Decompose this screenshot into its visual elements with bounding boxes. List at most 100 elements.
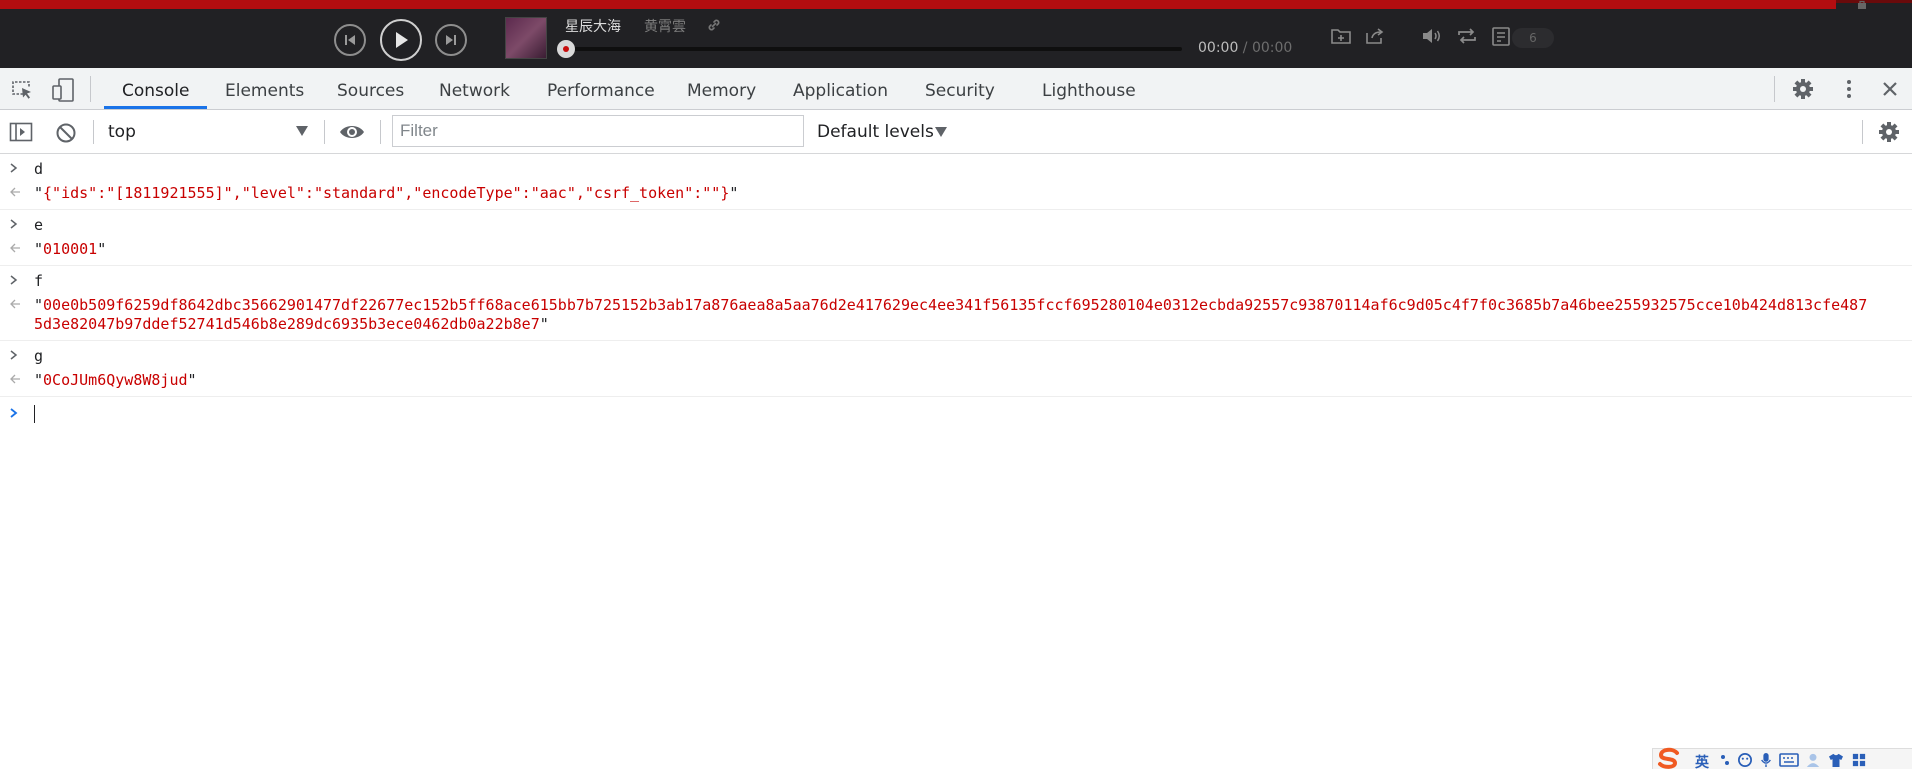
next-track-button[interactable] bbox=[435, 24, 467, 56]
console-result-text: {"ids":"[1811921555]","level":"standard"… bbox=[43, 184, 730, 202]
toolbar-divider bbox=[1862, 120, 1863, 144]
share-icon[interactable] bbox=[1364, 26, 1386, 46]
playlist-icon[interactable] bbox=[1490, 26, 1514, 48]
close-devtools-icon[interactable] bbox=[1880, 79, 1900, 99]
tab-elements[interactable]: Elements bbox=[225, 81, 304, 101]
skip-forward-icon bbox=[446, 35, 456, 45]
console-input-text: f bbox=[34, 272, 44, 290]
microphone-icon[interactable] bbox=[1759, 753, 1773, 767]
result-arrow-icon bbox=[10, 299, 20, 309]
play-button[interactable] bbox=[380, 19, 422, 61]
result-arrow-icon bbox=[10, 187, 20, 197]
tab-security[interactable]: Security bbox=[925, 81, 995, 101]
player-accent-strip bbox=[0, 0, 1836, 9]
console-result-text: 00e0b509f6259df8642dbc35662901477df22677… bbox=[34, 296, 1868, 333]
console-result-wrap: "00e0b509f6259df8642dbc35662901477df2267… bbox=[34, 296, 1874, 334]
progress-knob[interactable] bbox=[557, 40, 575, 58]
tab-memory[interactable]: Memory bbox=[687, 81, 756, 101]
console-settings-gear-icon[interactable] bbox=[1878, 121, 1900, 143]
result-arrow-icon bbox=[10, 243, 20, 253]
console-toolbar: top Default levels bbox=[0, 110, 1912, 154]
filter-input[interactable] bbox=[392, 115, 804, 147]
settings-gear-icon[interactable] bbox=[1792, 78, 1814, 100]
playlist-count[interactable]: 6 bbox=[1512, 28, 1554, 48]
console-input-line: d bbox=[0, 154, 1912, 181]
console-input-text: e bbox=[34, 216, 44, 234]
skip-back-icon bbox=[345, 35, 355, 45]
prompt-chevron-icon bbox=[10, 408, 18, 418]
tab-sources[interactable]: Sources bbox=[337, 81, 404, 101]
console-entry: d "{"ids":"[1811921555]","level":"standa… bbox=[0, 154, 1912, 210]
toolbox-grid-icon[interactable] bbox=[1851, 753, 1867, 767]
active-tab-indicator bbox=[104, 106, 207, 109]
console-input-line: g bbox=[0, 341, 1912, 368]
input-chevron-icon bbox=[10, 163, 18, 173]
string-close-quote: " bbox=[539, 315, 549, 333]
console-input-line: f bbox=[0, 266, 1912, 293]
time-total: 00:00 bbox=[1251, 40, 1293, 56]
progress-track[interactable] bbox=[566, 47, 1182, 51]
toolbar-divider bbox=[93, 120, 94, 144]
input-chevron-icon bbox=[10, 219, 18, 229]
skin-shirt-icon[interactable] bbox=[1827, 753, 1845, 767]
volume-icon[interactable] bbox=[1420, 26, 1444, 46]
time-separator: / bbox=[1238, 40, 1252, 56]
user-icon[interactable] bbox=[1805, 753, 1821, 767]
link-icon[interactable] bbox=[706, 17, 722, 33]
time-current: 00:00 bbox=[1198, 40, 1239, 56]
tab-lighthouse[interactable]: Lighthouse bbox=[1042, 81, 1136, 101]
player-accent-strip-end bbox=[1836, 0, 1912, 3]
string-close-quote: " bbox=[97, 240, 107, 258]
toolbar-divider bbox=[380, 120, 381, 144]
emoji-icon[interactable] bbox=[1737, 753, 1753, 767]
tab-network[interactable]: Network bbox=[439, 81, 510, 101]
console-prompt[interactable] bbox=[0, 397, 1912, 429]
input-chevron-icon bbox=[10, 275, 18, 285]
text-caret bbox=[34, 405, 35, 423]
album-cover[interactable] bbox=[506, 18, 546, 58]
string-open-quote: " bbox=[34, 184, 44, 202]
console-input-text: g bbox=[34, 347, 44, 365]
toolbar-divider bbox=[1774, 76, 1775, 102]
input-chevron-icon bbox=[10, 350, 18, 360]
live-expression-eye-icon[interactable] bbox=[339, 123, 365, 141]
console-entry: e "010001" bbox=[0, 210, 1912, 266]
console-output[interactable]: d "{"ids":"[1811921555]","level":"standa… bbox=[0, 154, 1912, 429]
punctuation-icon[interactable] bbox=[1719, 753, 1731, 767]
time-readout: 00:00 / 00:00 bbox=[1198, 40, 1292, 56]
console-result-line: "00e0b509f6259df8642dbc35662901477df2267… bbox=[0, 293, 1912, 340]
string-open-quote: " bbox=[34, 371, 44, 389]
song-title[interactable]: 星辰大海 bbox=[565, 16, 621, 36]
artist-name[interactable]: 黄霄雲 bbox=[644, 16, 686, 36]
lock-icon[interactable] bbox=[1856, 0, 1868, 9]
play-icon bbox=[396, 32, 408, 48]
previous-track-button[interactable] bbox=[334, 24, 366, 56]
keyboard-icon[interactable] bbox=[1779, 753, 1799, 767]
ime-toolbar: 英 bbox=[1652, 747, 1912, 772]
music-player-bar: 星辰大海 黄霄雲 00:00 / 00:00 6 bbox=[0, 0, 1912, 68]
tab-console[interactable]: Console bbox=[122, 81, 190, 101]
log-levels-select[interactable]: Default levels bbox=[817, 122, 934, 142]
tab-application[interactable]: Application bbox=[793, 81, 888, 101]
console-result-line: "{"ids":"[1811921555]","level":"standard… bbox=[0, 181, 1912, 209]
inspect-element-icon[interactable] bbox=[10, 79, 34, 101]
execution-context-select[interactable]: top bbox=[108, 122, 136, 142]
ime-language-toggle[interactable]: 英 bbox=[1695, 752, 1709, 772]
clear-console-icon[interactable] bbox=[55, 122, 77, 144]
result-arrow-icon bbox=[10, 374, 20, 384]
device-toolbar-icon[interactable] bbox=[50, 77, 76, 103]
console-entry: f "00e0b509f6259df8642dbc35662901477df22… bbox=[0, 266, 1912, 341]
more-options-icon[interactable] bbox=[1839, 78, 1859, 100]
devtools-tab-bar: Console Elements Sources Network Perform… bbox=[0, 68, 1912, 110]
toolbar-divider bbox=[324, 120, 325, 144]
console-result-line: "0CoJUm6Qyw8W8jud" bbox=[0, 368, 1912, 396]
show-sidebar-icon[interactable] bbox=[9, 122, 33, 142]
add-to-folder-icon[interactable] bbox=[1330, 26, 1352, 46]
sogou-logo-icon[interactable] bbox=[1655, 747, 1683, 769]
repeat-icon[interactable] bbox=[1455, 26, 1479, 46]
dropdown-arrow-icon[interactable] bbox=[296, 126, 308, 136]
string-open-quote: " bbox=[34, 296, 44, 314]
dropdown-arrow-icon[interactable] bbox=[935, 127, 947, 137]
string-close-quote: " bbox=[729, 184, 739, 202]
tab-performance[interactable]: Performance bbox=[547, 81, 655, 101]
